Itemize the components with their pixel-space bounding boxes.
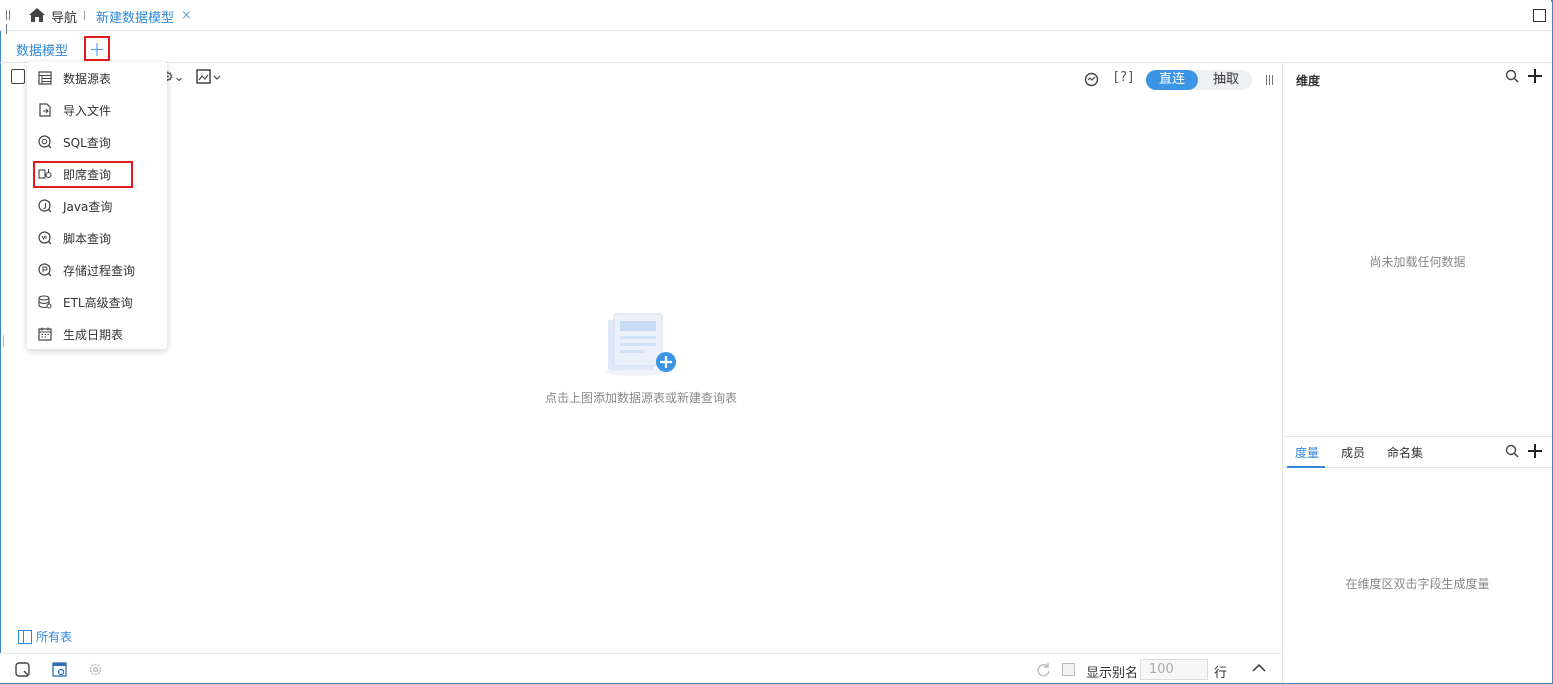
all-tables-icon [18,629,32,644]
all-tables-label: 所有表 [36,630,73,644]
tab-new-data-model[interactable]: 新建数据模型 [96,7,174,26]
menu-item-label: SQL查询 [63,135,111,150]
etl-query-icon [38,295,52,309]
calendar-icon [38,327,52,341]
row-unit-label: 行 [1214,666,1228,681]
java-query-icon [38,199,52,213]
measure-tab-bar: 度量 成员 命名集 [1283,436,1552,468]
show-alias-label: 显示别名 [1086,666,1139,681]
dimension-empty-text: 尚未加载任何数据 [1369,255,1466,269]
drag-grip-icon[interactable] [6,9,14,34]
save-icon[interactable] [11,69,25,84]
add-dimension-icon[interactable] [1528,69,1542,83]
connection-mode-toggle[interactable]: 直连 抽取 [1146,70,1252,90]
menu-item-script-query[interactable]: 脚本查询 [27,222,167,254]
menu-item-sql-query[interactable]: SQL查询 [27,126,167,158]
show-alias-checkbox[interactable] [1062,663,1075,676]
script-query-icon [38,231,52,245]
all-tables-button[interactable]: 所有表 [18,628,72,645]
add-table-illustration[interactable] [600,312,680,378]
search-icon[interactable] [1505,444,1519,458]
model-tab-bar: 数据模型 + [0,31,1551,63]
menu-item-etl-query[interactable]: ETL高级查询 [27,286,167,318]
menu-item-datasource-table[interactable]: 数据源表 [27,62,167,94]
menu-item-java-query[interactable]: Java查询 [27,190,167,222]
add-table-menu: 数据源表 导入文件 SQL查询 即席查询 Java查询 脚本查询 存储过程查询 … [27,62,167,349]
sql-query-icon [38,135,52,149]
add-measure-icon[interactable] [1528,444,1542,458]
dimension-title: 维度 [1296,74,1321,88]
stored-procedure-icon [38,263,52,277]
menu-item-label: ETL高级查询 [63,295,133,310]
search-icon[interactable] [1505,69,1519,83]
menu-item-adhoc-query[interactable]: 即席查询 [27,158,167,190]
menu-item-label: 生成日期表 [63,327,124,342]
menu-item-label: Java查询 [63,199,113,214]
refresh-icon[interactable] [1036,662,1051,677]
active-tab-indicator [1287,466,1325,468]
menu-item-import-file[interactable]: 导入文件 [27,94,167,126]
panel-grip-icon[interactable] [1266,74,1275,88]
nav-label[interactable]: 导航 [51,7,77,26]
right-panel: 维度 尚未加载任何数据 度量 成员 命名集 在维度区双击字段生成度量 [1282,63,1552,683]
tab-data-model[interactable]: 数据模型 [16,40,68,59]
mode-direct-button[interactable]: 直连 [1146,70,1198,90]
image-dropdown-icon[interactable] [196,69,222,85]
menu-item-label: 数据源表 [63,71,112,86]
add-table-button[interactable]: + [84,36,110,61]
row-limit-input[interactable]: 100 [1140,659,1208,680]
menu-item-label: 脚本查询 [63,231,112,246]
menu-item-label: 即席查询 [63,167,112,182]
status-bar: 显示别名 100 行 [0,653,1282,683]
plus-icon: + [88,36,106,61]
tab-member[interactable]: 成员 [1341,444,1365,461]
window-settings-icon[interactable] [52,662,67,677]
table-icon [38,71,52,85]
tab-named-set[interactable]: 命名集 [1387,444,1423,461]
menu-item-generate-date-table[interactable]: 生成日期表 [27,318,167,350]
tab-separator [84,11,85,20]
maximize-icon[interactable] [1533,9,1546,22]
menu-item-label: 导入文件 [63,103,112,118]
gear-icon[interactable] [88,662,103,677]
left-divider[interactable] [3,335,4,347]
search-panel-icon[interactable] [15,662,30,677]
zoom-fit-icon[interactable] [1084,72,1099,87]
menu-item-label: 存储过程查询 [63,263,136,278]
adhoc-query-icon [38,169,52,179]
measure-empty-text: 在维度区双击字段生成度量 [1345,577,1490,591]
mode-extract-button[interactable]: 抽取 [1200,70,1252,90]
menu-item-stored-procedure-query[interactable]: 存储过程查询 [27,254,167,286]
home-icon[interactable] [28,7,46,23]
tab-measure[interactable]: 度量 [1295,444,1319,461]
import-file-icon [39,103,51,117]
canvas-empty-hint: 点击上图添加数据源表或新建查询表 [544,391,737,405]
close-tab-icon[interactable]: × [181,8,192,23]
help-button[interactable]: [?] [1114,70,1134,85]
top-nav-bar: 导航 新建数据模型 × [0,0,1551,34]
chevron-up-icon[interactable] [1252,663,1266,673]
